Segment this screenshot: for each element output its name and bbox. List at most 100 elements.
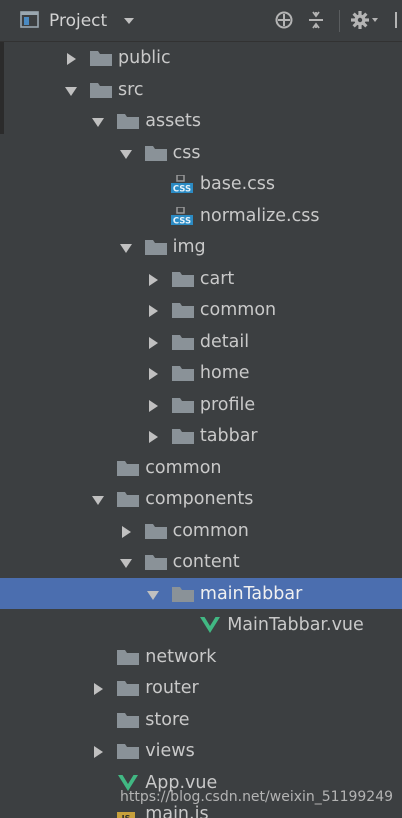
tree-item-store[interactable]: store — [0, 704, 402, 736]
folder-icon — [116, 112, 140, 130]
tree-item-label: components — [145, 489, 254, 509]
chevron-right-icon[interactable] — [146, 366, 160, 380]
folder-icon — [171, 585, 195, 603]
tree-item-label: tabbar — [199, 426, 258, 446]
chevron-right-icon[interactable] — [146, 303, 160, 317]
tree-item-mainTabbar[interactable]: mainTabbar — [0, 577, 402, 609]
svg-text:CSS: CSS — [173, 216, 191, 225]
tree-item-css[interactable]: css — [0, 137, 402, 169]
chevron-right-icon[interactable] — [146, 272, 160, 286]
tree-item-label: content — [172, 552, 240, 572]
folder-icon — [171, 427, 195, 445]
folder-icon — [116, 742, 140, 760]
tree-item-src-common[interactable]: common — [0, 452, 402, 484]
tree-item-label: mainTabbar — [199, 583, 303, 604]
tree-item-label: normalize.css — [199, 205, 320, 226]
folder-icon — [144, 522, 168, 540]
folder-icon — [171, 270, 195, 288]
tree-item-img-common[interactable]: common — [0, 294, 402, 326]
folder-icon — [116, 679, 140, 697]
chevron-down-icon[interactable] — [91, 114, 105, 128]
chevron-right-icon[interactable] — [91, 744, 105, 758]
folder-icon — [144, 553, 168, 571]
tree-item-label: assets — [145, 111, 202, 131]
folder-icon — [171, 301, 195, 319]
folder-icon — [89, 81, 113, 99]
folder-icon — [171, 333, 195, 351]
tree-item-label: src — [118, 79, 144, 100]
tree-item-network[interactable]: network — [0, 641, 402, 673]
tree-item-components-common[interactable]: common — [0, 515, 402, 547]
chevron-right-icon[interactable] — [146, 429, 160, 443]
project-tree: public src assets css CSS base.css CSS normaliz… — [0, 42, 402, 818]
folder-icon — [144, 144, 168, 162]
chevron-down-icon[interactable] — [64, 83, 78, 97]
tree-item-label: profile — [199, 394, 256, 415]
tree-item-label: store — [145, 709, 190, 730]
tree-item-label: common — [145, 457, 222, 478]
tree-item-assets[interactable]: assets — [0, 105, 402, 137]
chevron-down-icon[interactable] — [119, 146, 133, 160]
tree-item-router[interactable]: router — [0, 672, 402, 704]
tree-item-label: MainTabbar.vue — [227, 615, 364, 635]
tree-item-components[interactable]: components — [0, 483, 402, 515]
tree-item-public[interactable]: public — [0, 42, 402, 74]
folder-icon — [144, 238, 168, 256]
tree-item-label: router — [145, 678, 199, 698]
folder-icon — [116, 490, 140, 508]
tree-item-label: public — [118, 48, 171, 68]
css-file-icon: CSS — [170, 205, 195, 226]
project-icon — [20, 11, 40, 29]
chevron-right-icon[interactable] — [91, 681, 105, 695]
svg-text:CSS: CSS — [173, 184, 191, 193]
tree-item-detail[interactable]: detail — [0, 326, 402, 358]
vue-file-icon — [198, 616, 222, 634]
folder-icon — [171, 396, 195, 414]
css-file-icon: CSS — [170, 174, 195, 194]
tree-item-label: css — [172, 142, 201, 163]
tree-item-profile[interactable]: profile — [0, 389, 402, 421]
tree-item-label: base.css — [199, 174, 276, 194]
chevron-right-icon[interactable] — [146, 335, 160, 349]
chevron-right-icon[interactable] — [119, 524, 133, 538]
tree-item-label: common — [172, 520, 249, 541]
folder-icon — [116, 711, 140, 729]
watermark-url: https://blog.csdn.net/weixin_51199249 — [120, 789, 394, 805]
collapse-all-icon[interactable] — [304, 8, 328, 32]
project-title[interactable]: Project — [49, 10, 107, 32]
tree-item-home[interactable]: home — [0, 357, 402, 389]
chevron-down-icon[interactable] — [91, 492, 105, 506]
folder-icon — [89, 49, 113, 67]
tree-item-label: network — [145, 646, 217, 667]
project-header: Project — [0, 0, 402, 42]
tree-item-content[interactable]: content — [0, 546, 402, 578]
tree-item-label: views — [145, 741, 195, 761]
tree-item-label: img — [172, 237, 206, 257]
svg-text:JS: JS — [121, 814, 131, 818]
tree-item-label: home — [199, 363, 250, 383]
chevron-down-icon[interactable] — [122, 13, 136, 27]
tree-item-cart[interactable]: cart — [0, 263, 402, 295]
tree-item-mainTabbar-vue[interactable]: MainTabbar.vue — [0, 609, 402, 641]
tree-item-label: detail — [199, 331, 250, 352]
tree-item-label: cart — [199, 268, 235, 289]
tree-item-tabbar[interactable]: tabbar — [0, 420, 402, 452]
folder-icon — [171, 364, 195, 382]
tree-item-label: common — [199, 300, 277, 320]
chevron-down-icon[interactable] — [119, 555, 133, 569]
tree-item-views[interactable]: views — [0, 735, 402, 767]
folder-icon — [116, 648, 140, 666]
tree-item-base-css[interactable]: CSS base.css — [0, 168, 402, 200]
tree-item-img[interactable]: img — [0, 231, 402, 263]
project-tool-window: Project public src assets css CSS base.c… — [0, 0, 402, 818]
chevron-down-icon[interactable] — [119, 240, 133, 254]
chevron-right-icon[interactable] — [146, 398, 160, 412]
chevron-down-icon[interactable] — [146, 587, 160, 601]
js-file-icon: JS — [116, 805, 140, 818]
tree-item-src[interactable]: src — [0, 74, 402, 106]
tree-item-normalize-css[interactable]: CSS normalize.css — [0, 200, 402, 232]
crosshair-icon[interactable] — [272, 8, 296, 32]
chevron-right-icon[interactable] — [64, 51, 78, 65]
hide-panel-edge[interactable] — [392, 8, 402, 32]
gear-icon[interactable] — [349, 8, 381, 32]
